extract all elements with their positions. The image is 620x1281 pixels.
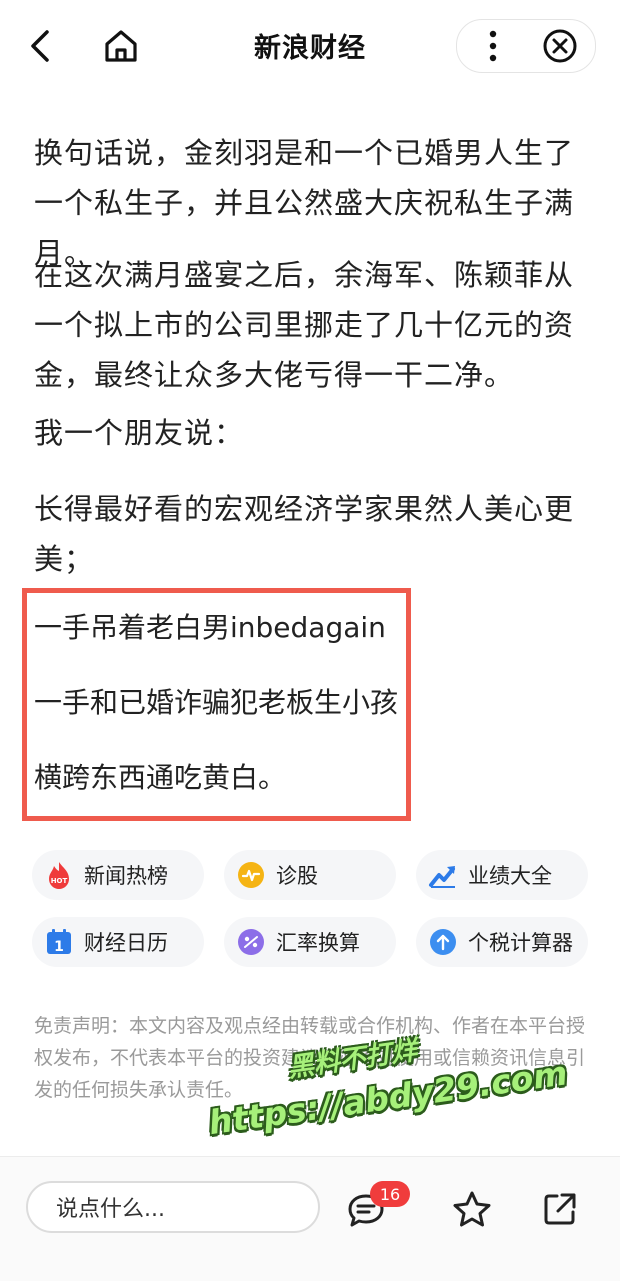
tool-earnings[interactable]: 业绩大全 <box>416 850 588 900</box>
comment-input[interactable]: 说点什么... <box>26 1181 320 1233</box>
trend-chart-icon <box>428 860 458 890</box>
tool-finance-calendar[interactable]: 1 财经日历 <box>32 917 204 967</box>
close-circle-icon <box>543 29 577 63</box>
highlight-line: 横跨东西通吃黄白。 <box>34 761 287 794</box>
comment-placeholder: 说点什么... <box>56 1197 165 1222</box>
exchange-icon <box>236 927 266 957</box>
close-button[interactable] <box>538 25 582 67</box>
highlight-line: 一手吊着老白男inbedagain <box>34 611 386 644</box>
bottom-action-bar: 说点什么... 16 <box>0 1156 620 1281</box>
calendar-icon: 1 <box>44 927 74 957</box>
tax-calculator-icon <box>428 927 458 957</box>
comment-count-badge: 16 <box>370 1181 410 1207</box>
stock-pulse-icon <box>236 860 266 890</box>
svg-text:1: 1 <box>54 939 64 955</box>
star-icon <box>453 1191 491 1227</box>
more-vertical-icon <box>489 30 497 62</box>
highlight-line: 一手和已婚诈骗犯老板生小孩 <box>34 686 399 719</box>
tool-news-hot-list[interactable]: HOT 新闻热榜 <box>32 850 204 900</box>
tool-stock-diagnosis[interactable]: 诊股 <box>224 850 396 900</box>
article-paragraph: 我一个朋友说： <box>34 416 245 450</box>
top-nav-bar: 新浪财经 <box>0 0 620 88</box>
share-icon <box>544 1193 576 1225</box>
favorite-button[interactable] <box>448 1185 496 1233</box>
tool-tax-calculator[interactable]: 个税计算器 <box>416 917 588 967</box>
hot-news-icon: HOT <box>44 860 74 890</box>
share-button[interactable] <box>536 1185 584 1233</box>
more-options-button[interactable] <box>468 26 518 66</box>
tool-exchange-rate[interactable]: 汇率换算 <box>224 917 396 967</box>
svg-text:HOT: HOT <box>51 877 68 885</box>
article-paragraph: 长得最好看的宏观经济学家果然人美心更美； <box>34 492 575 576</box>
article-paragraph: 在这次满月盛宴之后，余海军、陈颖菲从一个拟上市的公司里挪走了几十亿元的资金，最终… <box>34 258 575 392</box>
